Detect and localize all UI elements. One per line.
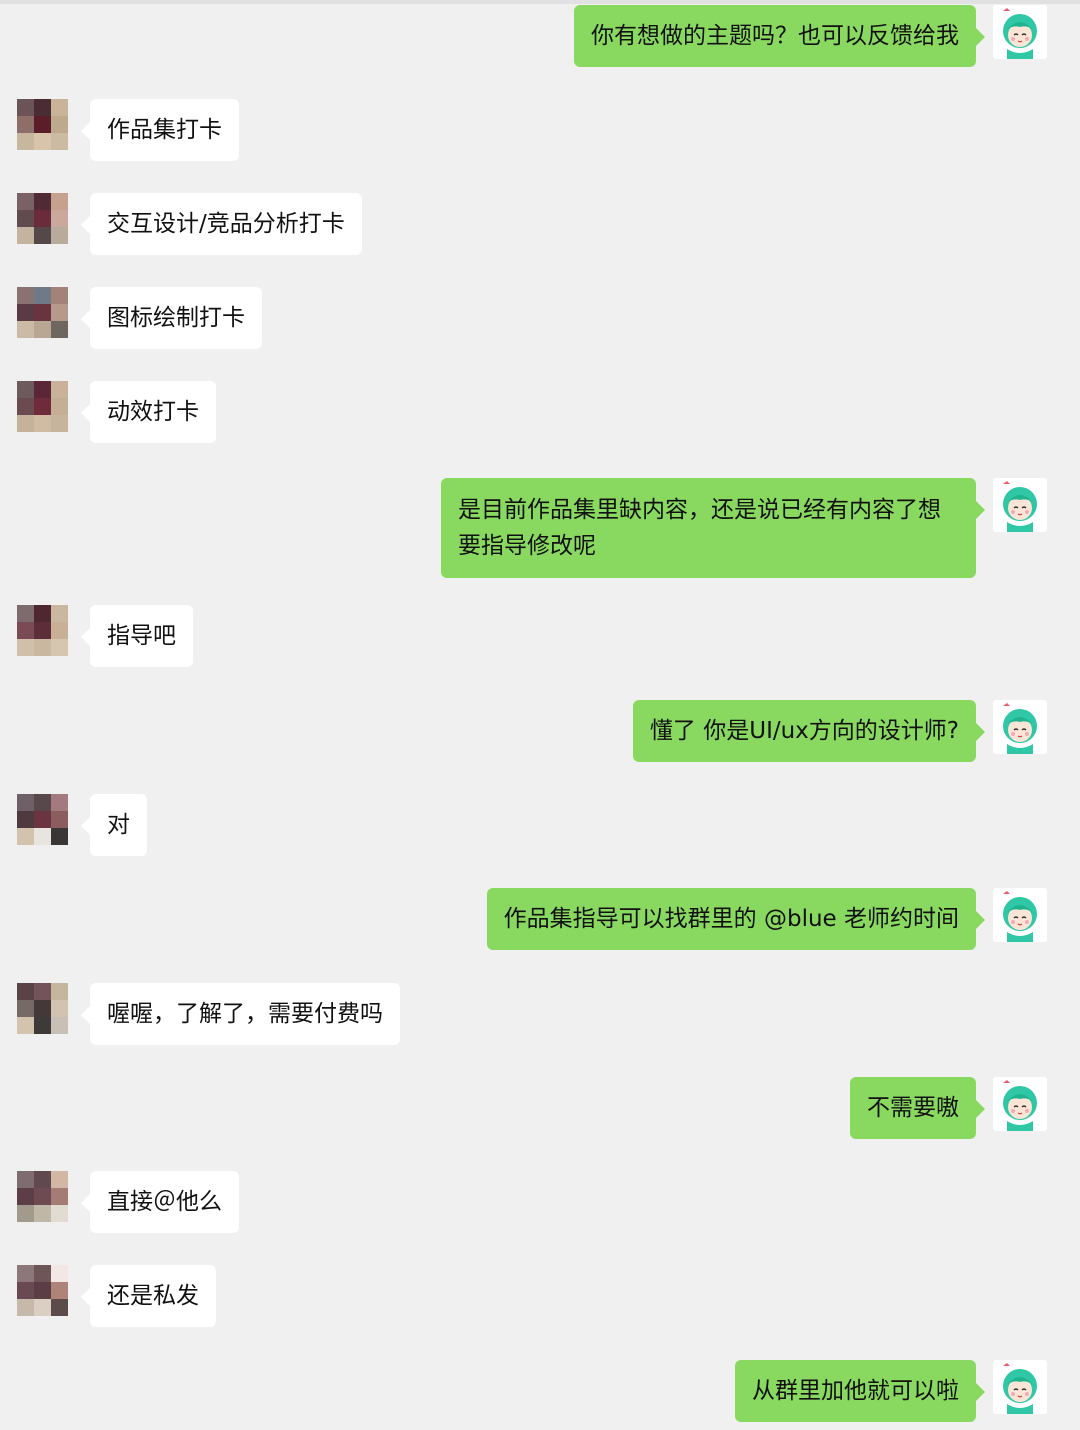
message-bubble-incoming[interactable]: 还是私发 (81, 1265, 216, 1327)
message-bubble-incoming[interactable]: 对 (81, 794, 147, 856)
contact-avatar-icon[interactable] (17, 1265, 68, 1316)
message-bubble-incoming[interactable]: 图标绘制打卡 (81, 287, 262, 349)
message-bubble-incoming[interactable]: 动效打卡 (81, 381, 216, 443)
message-bubble-incoming[interactable]: 直接＠他么 (81, 1171, 239, 1233)
contact-avatar-icon[interactable] (17, 381, 68, 432)
message-bubble-incoming[interactable]: 作品集打卡 (81, 99, 239, 161)
cartoon-girl-icon (993, 1360, 1047, 1414)
my-avatar-icon[interactable] (993, 478, 1047, 532)
message-bubble-outgoing[interactable]: 你有想做的主题吗？也可以反馈给我 (574, 5, 985, 67)
contact-avatar-icon[interactable] (17, 99, 68, 150)
message-bubble-incoming[interactable]: 喔喔，了解了，需要付费吗 (81, 983, 400, 1045)
my-avatar-icon[interactable] (993, 1360, 1047, 1414)
cartoon-girl-icon (993, 5, 1047, 59)
message-bubble-outgoing[interactable]: 是目前作品集里缺内容，还是说已经有内容了想要指导修改呢 (441, 478, 985, 578)
top-divider (0, 0, 1080, 4)
my-avatar-icon[interactable] (993, 5, 1047, 59)
contact-avatar-icon[interactable] (17, 193, 68, 244)
contact-avatar-icon[interactable] (17, 983, 68, 1034)
message-bubble-outgoing[interactable]: 从群里加他就可以啦 (735, 1360, 985, 1422)
my-avatar-icon[interactable] (993, 888, 1047, 942)
cartoon-girl-icon (993, 700, 1047, 754)
contact-avatar-icon[interactable] (17, 1171, 68, 1222)
cartoon-girl-icon (993, 478, 1047, 532)
contact-avatar-icon[interactable] (17, 287, 68, 338)
my-avatar-icon[interactable] (993, 1077, 1047, 1131)
contact-avatar-icon[interactable] (17, 605, 68, 656)
my-avatar-icon[interactable] (993, 700, 1047, 754)
message-bubble-incoming[interactable]: 交互设计/竞品分析打卡 (81, 193, 362, 255)
cartoon-girl-icon (993, 888, 1047, 942)
contact-avatar-icon[interactable] (17, 794, 68, 845)
message-bubble-outgoing[interactable]: 不需要嗷 (850, 1077, 985, 1139)
message-bubble-incoming[interactable]: 指导吧 (81, 605, 193, 667)
cartoon-girl-icon (993, 1077, 1047, 1131)
message-bubble-outgoing[interactable]: 作品集指导可以找群里的 @blue 老师约时间 (486, 888, 986, 950)
message-bubble-outgoing[interactable]: 懂了 你是UI/ux方向的设计师? (632, 700, 986, 762)
